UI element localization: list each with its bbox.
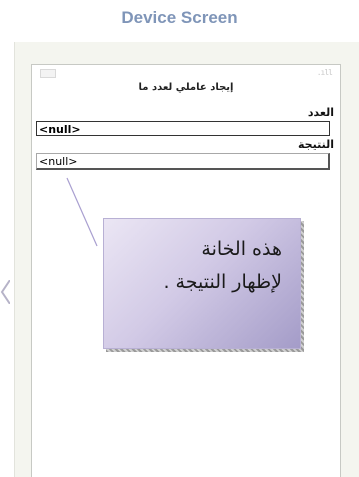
number-input[interactable]: <null> [36,121,330,136]
result-field-value: <null> [39,155,78,168]
callout-line-2: لإظهار النتيجة . [163,271,282,293]
battery-icon [40,69,56,78]
status-bar: .ıll [32,65,340,81]
callout-note: هذه الخانة لإظهار النتيجة . [103,218,301,349]
page: Device Screen .ıll إيجاد عاملي لعدد ما ا… [0,0,359,477]
callout-text: هذه الخانة لإظهار النتيجة . [112,233,282,299]
form-title: إيجاد عاملي لعدد ما [138,82,234,93]
number-label: العدد [307,106,334,119]
result-label: النتيجة [298,138,334,151]
left-arrow-icon [0,280,10,304]
callout-line-1: هذه الخانة [201,238,282,260]
result-field: <null> [36,153,330,170]
signal-icon: .ıll [316,68,333,77]
number-input-value: <null> [39,123,81,136]
device-screen-title: Device Screen [121,8,238,27]
